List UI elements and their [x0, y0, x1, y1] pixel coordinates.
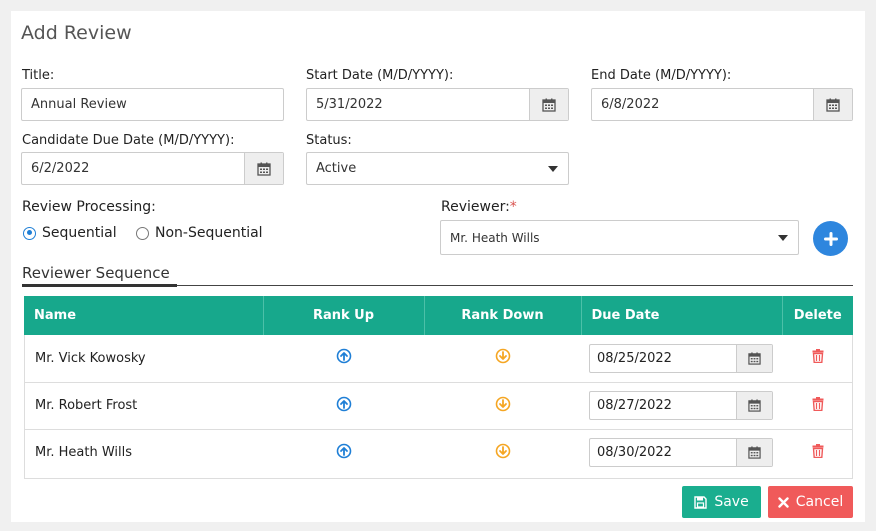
table-header-row: Name Rank Up Rank Down Due Date Delete — [24, 296, 853, 335]
cancel-button[interactable]: Cancel — [768, 486, 853, 518]
reviewer-name: Mr. Robert Frost — [24, 382, 263, 430]
arrow-down-circle-icon[interactable] — [495, 443, 511, 459]
arrow-up-circle-icon[interactable] — [336, 396, 352, 412]
arrow-down-circle-icon[interactable] — [495, 348, 511, 364]
trash-icon[interactable] — [812, 349, 824, 363]
radio-sequential-label: Sequential — [42, 225, 117, 241]
reviewer-label: Reviewer:* — [441, 199, 517, 215]
column-header-name: Name — [24, 296, 264, 335]
table-row: Mr. Heath Wills 08/30/2022 — [24, 429, 853, 476]
candidate-due-value: 6/2/2022 — [31, 161, 90, 176]
radio-sequential[interactable]: Sequential — [23, 225, 117, 241]
cancel-button-label: Cancel — [795, 494, 844, 510]
calendar-icon[interactable] — [736, 344, 772, 372]
title-input-value: Annual Review — [31, 97, 127, 112]
column-header-rank-down: Rank Down — [424, 296, 582, 335]
radio-dot-checked[interactable] — [23, 226, 36, 240]
save-icon — [694, 495, 708, 509]
start-date-label: Start Date (M/D/YYYY): — [306, 68, 454, 83]
due-date-field[interactable]: 08/27/2022 — [589, 391, 773, 420]
candidate-due-field[interactable]: 6/2/2022 — [21, 152, 284, 185]
chevron-down-icon — [538, 153, 568, 184]
plus-icon — [823, 231, 838, 246]
title-input[interactable]: Annual Review — [21, 88, 284, 121]
add-reviewer-button[interactable] — [813, 221, 848, 256]
save-button-label: Save — [714, 494, 749, 510]
required-asterisk: * — [509, 199, 517, 215]
table-row: Mr. Robert Frost 08/27/2022 — [24, 382, 853, 430]
card-header: Add Review — [11, 11, 865, 56]
section-title: Reviewer Sequence — [22, 264, 170, 282]
reviewer-name: Mr. Heath Wills — [35, 445, 133, 461]
end-date-value: 6/8/2022 — [601, 97, 660, 112]
calendar-icon[interactable] — [244, 153, 283, 184]
end-date-label: End Date (M/D/YYYY): — [591, 68, 732, 83]
save-button[interactable]: Save — [682, 486, 761, 518]
table-row: Mr. Vick Kowosky 08/25/2022 — [24, 335, 853, 383]
chevron-down-icon — [768, 221, 798, 254]
close-icon — [778, 496, 789, 508]
due-date-value: 08/25/2022 — [597, 350, 672, 366]
due-date-field[interactable]: 08/30/2022 — [589, 438, 773, 468]
calendar-icon[interactable] — [736, 439, 772, 467]
reviewer-select[interactable]: Mr. Heath Wills — [440, 220, 799, 255]
page-title: Add Review — [21, 22, 132, 44]
arrow-down-circle-icon[interactable] — [495, 396, 511, 412]
due-date-value: 08/27/2022 — [597, 398, 672, 413]
section-underline — [22, 284, 177, 287]
due-date-value: 08/30/2022 — [597, 445, 672, 461]
reviewer-value: Mr. Heath Wills — [450, 230, 540, 245]
calendar-icon[interactable] — [529, 89, 568, 120]
status-select[interactable]: Active — [306, 152, 569, 185]
radio-dot-unchecked[interactable] — [136, 226, 149, 240]
candidate-due-label: Candidate Due Date (M/D/YYYY): — [22, 133, 235, 148]
title-label: Title: — [22, 68, 55, 83]
column-header-due-date: Due Date — [581, 296, 783, 335]
reviewer-label-text: Reviewer: — [441, 199, 510, 215]
radio-non-sequential[interactable]: Non-Sequential — [136, 225, 263, 241]
column-header-rank-up: Rank Up — [263, 296, 425, 335]
column-header-delete: Delete — [782, 296, 853, 335]
arrow-up-circle-icon[interactable] — [336, 443, 352, 459]
reviewer-name: Mr. Vick Kowosky — [24, 335, 263, 383]
calendar-icon[interactable] — [736, 392, 772, 419]
trash-icon[interactable] — [812, 444, 824, 458]
radio-non-sequential-label: Non-Sequential — [155, 225, 263, 241]
reviewer-table: Name Rank Up Rank Down Due Date Delete M… — [24, 296, 853, 476]
end-date-field[interactable]: 6/8/2022 — [591, 88, 853, 121]
trash-icon[interactable] — [812, 397, 824, 411]
status-value: Active — [316, 161, 357, 176]
start-date-field[interactable]: 5/31/2022 — [306, 88, 569, 121]
status-label: Status: — [306, 133, 352, 148]
calendar-icon[interactable] — [813, 89, 852, 120]
review-processing-label: Review Processing: — [22, 199, 156, 215]
start-date-value: 5/31/2022 — [316, 97, 383, 112]
arrow-up-circle-icon[interactable] — [336, 348, 352, 364]
due-date-field[interactable]: 08/25/2022 — [589, 343, 773, 373]
